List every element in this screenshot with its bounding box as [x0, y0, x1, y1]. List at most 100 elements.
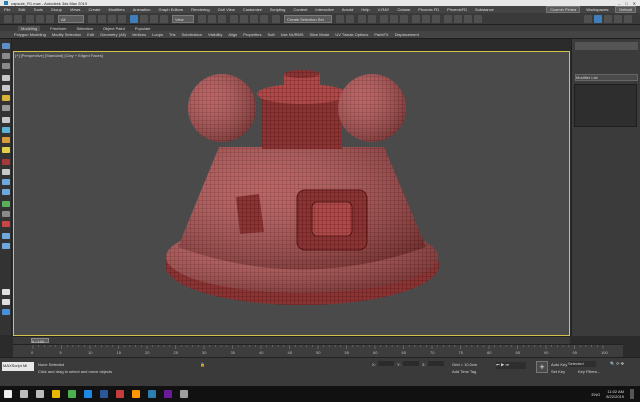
- menu-tools[interactable]: Tools: [33, 7, 42, 12]
- octane-icon[interactable]: [454, 15, 462, 23]
- viewport-navigation-controls[interactable]: 🔍 ⟳ ✥: [610, 361, 636, 381]
- select-and-place-icon[interactable]: [160, 15, 168, 23]
- notification-icon[interactable]: [630, 389, 634, 399]
- ribbon-subdivision[interactable]: Subdivision: [182, 32, 202, 37]
- menu-civil-view[interactable]: Civil View: [218, 7, 235, 12]
- cameras-filter-icon[interactable]: [2, 105, 10, 111]
- menu-animation[interactable]: Animation: [133, 7, 151, 12]
- play-icon[interactable]: ▶: [501, 362, 505, 367]
- menu-modifiers[interactable]: Modifiers: [108, 7, 124, 12]
- menu-octane[interactable]: Octane: [397, 7, 410, 12]
- hide-icon[interactable]: [2, 221, 10, 227]
- menu-vray[interactable]: V-RAY: [378, 7, 390, 12]
- ribbon-use-nurms[interactable]: Use NURMS: [281, 32, 304, 37]
- spacewarps-filter-icon[interactable]: [2, 127, 10, 133]
- vray-icon[interactable]: [444, 15, 452, 23]
- app-icon-3[interactable]: [116, 390, 124, 398]
- layer-explorer-icon[interactable]: [368, 15, 376, 23]
- scene-explorer-icon[interactable]: [358, 15, 366, 23]
- freeze-icon[interactable]: [2, 211, 10, 217]
- unlink-icon[interactable]: [36, 15, 44, 23]
- undo-icon[interactable]: [4, 15, 12, 23]
- menu-scripting[interactable]: Scripting: [270, 7, 286, 12]
- window-crossing-icon[interactable]: [118, 15, 126, 23]
- pivot-center-icon[interactable]: [198, 15, 206, 23]
- search-icon[interactable]: [20, 390, 28, 398]
- mirror-icon[interactable]: [336, 15, 344, 23]
- ribbon-edit[interactable]: Edit: [87, 32, 94, 37]
- maxscript-listener[interactable]: MAXScript Mi: [2, 362, 34, 371]
- find-icon[interactable]: [2, 201, 10, 207]
- pan-icon[interactable]: ✥: [621, 361, 624, 366]
- clock[interactable]: 11:02 AM 8/22/2019: [606, 389, 624, 399]
- timeline[interactable]: 0 5 10 15 20 25 30 35 40 45 50 55 60 65 70 75 80 85 90 95 10…: [13, 344, 623, 357]
- geometry-filter-icon[interactable]: [2, 75, 10, 81]
- menu-substance[interactable]: Substance: [475, 7, 494, 12]
- tab-selection[interactable]: Selection: [76, 26, 92, 31]
- select-object-icon[interactable]: [88, 15, 96, 23]
- redo-icon[interactable]: [14, 15, 22, 23]
- file-explorer-icon[interactable]: [52, 390, 60, 398]
- modifier-stack[interactable]: [574, 84, 637, 127]
- menu-content[interactable]: Content: [293, 7, 307, 12]
- snaps-toggle-icon[interactable]: [230, 15, 238, 23]
- curve-editor-icon[interactable]: [380, 15, 388, 23]
- helpers-filter-icon[interactable]: [2, 117, 10, 123]
- viewport-label[interactable]: [+] [Perspective] [Standard] [Clay + Edg…: [15, 53, 103, 58]
- spinner-snap-icon[interactable]: [260, 15, 268, 23]
- select-by-name-icon[interactable]: [98, 15, 106, 23]
- selection-region-icon[interactable]: [108, 15, 116, 23]
- select-and-move-icon[interactable]: [130, 15, 138, 23]
- layer-icon[interactable]: [2, 53, 10, 59]
- named-selection-set-dropdown[interactable]: Create Selection Set: [284, 15, 332, 23]
- bones-filter-icon[interactable]: [2, 159, 10, 165]
- ribbon-tris[interactable]: Tris: [169, 32, 176, 37]
- material-editor-icon[interactable]: [400, 15, 408, 23]
- x-coordinate-field[interactable]: [378, 361, 394, 366]
- ribbon-align[interactable]: Align: [228, 32, 237, 37]
- z-coordinate-field[interactable]: [428, 361, 444, 366]
- add-time-tag[interactable]: Add Time Tag: [452, 369, 476, 374]
- workspace-dropdown[interactable]: Default: [615, 6, 636, 13]
- select-and-scale-icon[interactable]: [150, 15, 158, 23]
- xref-filter-icon[interactable]: [2, 147, 10, 153]
- percent-snap-icon[interactable]: [250, 15, 258, 23]
- tab-modeling[interactable]: Modeling: [18, 25, 41, 31]
- viewport-layout-icon[interactable]: [2, 299, 10, 305]
- 3dsmax-taskbar-icon[interactable]: [148, 390, 156, 398]
- zoom-icon[interactable]: 🔍: [610, 361, 615, 366]
- display-children-icon[interactable]: [2, 233, 10, 239]
- tab-populate[interactable]: Populate: [135, 26, 151, 31]
- perspective-viewport[interactable]: [13, 51, 570, 336]
- groups-filter-icon[interactable]: [2, 137, 10, 143]
- app-icon-5[interactable]: [164, 390, 172, 398]
- create-panel-icon[interactable]: [584, 15, 592, 23]
- hierarchy-icon[interactable]: [2, 189, 10, 195]
- menu-group[interactable]: Group: [51, 7, 62, 12]
- key-filters-button[interactable]: Key Filters...: [578, 369, 600, 374]
- hierarchy-panel-icon[interactable]: [604, 15, 612, 23]
- bind-space-warp-icon[interactable]: [46, 15, 54, 23]
- select-and-rotate-icon[interactable]: [140, 15, 148, 23]
- select-manipulate-icon[interactable]: [208, 15, 216, 23]
- object-name-field[interactable]: [575, 42, 638, 50]
- ribbon-modify-selection[interactable]: Modify Selection: [52, 32, 81, 37]
- auto-key-button[interactable]: Auto Key: [551, 362, 567, 367]
- tab-freeform[interactable]: Freeform: [50, 26, 66, 31]
- modify-panel-icon[interactable]: [594, 15, 602, 23]
- menu-help[interactable]: Help: [361, 7, 369, 12]
- keyboard-shortcut-override-icon[interactable]: [218, 15, 226, 23]
- edit-named-selection-icon[interactable]: [272, 15, 280, 23]
- ribbon-properties[interactable]: Properties: [243, 32, 261, 37]
- ribbon-vertices[interactable]: Vertices: [132, 32, 146, 37]
- maximize-icon[interactable]: □: [625, 1, 627, 6]
- render-setup-icon[interactable]: [412, 15, 420, 23]
- align-icon[interactable]: [346, 15, 354, 23]
- menu-create[interactable]: Create: [88, 7, 100, 12]
- playback-controls[interactable]: ⏮ ▶ ⏭: [496, 362, 526, 369]
- app-icon-6[interactable]: [180, 390, 188, 398]
- menu-views[interactable]: Views: [70, 7, 81, 12]
- menu-file[interactable]: File: [4, 7, 10, 12]
- phoenix-icon[interactable]: [464, 15, 472, 23]
- app-icon-2[interactable]: [100, 390, 108, 398]
